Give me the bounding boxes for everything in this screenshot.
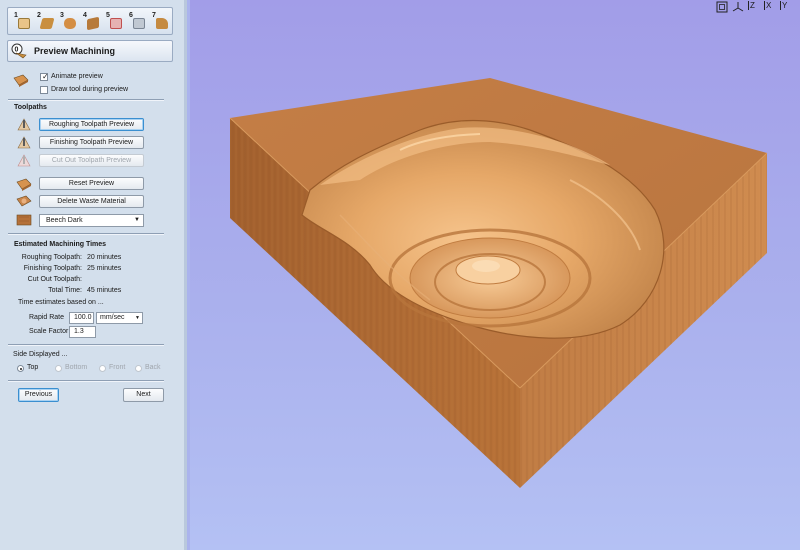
cutout-preview-button[interactable]: Cut Out Toolpath Preview: [39, 154, 144, 167]
divider: [8, 344, 164, 346]
preview-machining-icon: 0: [11, 43, 27, 59]
delete-waste-icon: [16, 195, 32, 207]
toolpath-7-icon: [156, 18, 168, 29]
toolpath-4-icon: [87, 16, 99, 31]
finishing-preview-button[interactable]: Finishing Toolpath Preview: [39, 136, 144, 149]
roughing-time-label: Roughing Toolpath:: [21, 254, 82, 261]
toolpath-2-icon: [39, 18, 55, 29]
chevron-down-icon: ▼: [134, 217, 140, 223]
svg-text:0: 0: [15, 47, 19, 54]
cutout-toolpath-icon: [17, 154, 31, 167]
toolpath-3-icon: [64, 18, 76, 29]
draw-tool-box[interactable]: [40, 86, 48, 94]
view-toolbar: Z X Y: [716, 1, 796, 13]
iso-view-icon[interactable]: [732, 1, 744, 13]
step-2-button[interactable]: 2: [37, 12, 55, 31]
side-displayed-heading: Side Displayed ...: [13, 351, 68, 358]
step-6-button[interactable]: 6: [129, 12, 147, 31]
total-time-label: Total Time:: [48, 287, 82, 294]
divider: [8, 233, 164, 235]
zoom-fit-icon[interactable]: [716, 1, 728, 13]
view-x-button[interactable]: X: [764, 1, 772, 13]
spiral-center: [472, 260, 500, 272]
3d-viewport[interactable]: Z X Y: [190, 0, 800, 550]
finishing-time-label: Finishing Toolpath:: [23, 265, 82, 272]
rapid-rate-label: Rapid Rate: [29, 314, 65, 321]
animate-preview-label: Animate preview: [51, 73, 103, 80]
estimated-times-heading: Estimated Machining Times: [14, 241, 107, 248]
toolpath-5-icon: [110, 18, 122, 29]
roughing-time-value: 20 minutes: [87, 254, 122, 261]
carved-block-model: [229, 78, 768, 488]
side-back-label: Back: [145, 364, 161, 371]
step-4-number: 4: [83, 12, 87, 19]
view-z-button[interactable]: Z: [748, 1, 755, 13]
step-4-button[interactable]: 4: [83, 12, 101, 31]
page-title: Preview Machining: [34, 46, 116, 56]
radio-selected-icon: [17, 365, 24, 372]
rapid-rate-input[interactable]: 100.0: [69, 312, 94, 324]
finishing-time-value: 25 minutes: [87, 265, 122, 272]
page-title-bar: 0 Preview Machining: [7, 40, 173, 62]
step-3-button[interactable]: 3: [60, 12, 78, 31]
material-select[interactable]: Beech Dark ▼: [39, 214, 144, 227]
view-z-label: Z: [748, 1, 755, 10]
rapid-rate-unit-select[interactable]: mm/sec ▼: [96, 312, 143, 324]
radio-icon: [55, 365, 62, 372]
time-estimates-note: Time estimates based on ...: [18, 299, 104, 306]
finishing-toolpath-icon: [17, 136, 31, 149]
reset-preview-icon: [16, 178, 32, 191]
reset-preview-button[interactable]: Reset Preview: [39, 177, 144, 190]
radio-icon: [99, 365, 106, 372]
toolpaths-heading: Toolpaths: [14, 104, 47, 111]
divider: [8, 99, 164, 101]
draw-tool-label: Draw tool during preview: [51, 86, 129, 93]
material-icon: [16, 214, 32, 226]
cutout-time-label: Cut Out Toolpath:: [27, 276, 82, 283]
side-top-label: Top: [27, 364, 39, 371]
side-front-label: Front: [109, 364, 126, 371]
divider: [8, 380, 164, 382]
material-value: Beech Dark: [46, 217, 83, 224]
view-x-label: X: [764, 1, 772, 10]
step-5-button[interactable]: 5: [106, 12, 124, 31]
roughing-preview-button[interactable]: Roughing Toolpath Preview: [39, 118, 144, 131]
animate-preview-icon: [13, 74, 29, 87]
roughing-toolpath-icon: [17, 118, 31, 131]
previous-button[interactable]: Previous: [18, 388, 59, 402]
side-bottom-label: Bottom: [65, 364, 88, 371]
scale-factor-input[interactable]: 1.3: [69, 326, 96, 338]
animate-preview-box[interactable]: ✓: [40, 72, 49, 81]
view-y-button[interactable]: Y: [780, 1, 788, 13]
delete-waste-button[interactable]: Delete Waste Material: [39, 195, 144, 208]
next-button[interactable]: Next: [123, 388, 164, 402]
check-mark-icon: ✓: [42, 72, 49, 81]
toolpath-6-icon: [133, 18, 145, 29]
step-2-number: 2: [37, 12, 41, 19]
total-time-value: 45 minutes: [87, 287, 122, 294]
view-y-label: Y: [780, 1, 788, 10]
step-7-button[interactable]: 7: [152, 12, 170, 31]
toolpath-step-bar: 1 2 3 4 5 6 7: [7, 7, 173, 35]
left-panel: 1 2 3 4 5 6 7 0 Preview Machining ✓ Anim…: [0, 0, 187, 550]
rapid-rate-unit-value: mm/sec: [100, 314, 125, 321]
step-3-number: 3: [60, 12, 64, 19]
scale-factor-label: Scale Factor: [29, 328, 69, 335]
radio-icon: [135, 365, 142, 372]
toolpath-1-icon: [18, 18, 30, 29]
chevron-down-icon: ▼: [135, 315, 140, 321]
step-1-button[interactable]: 1: [14, 12, 32, 31]
